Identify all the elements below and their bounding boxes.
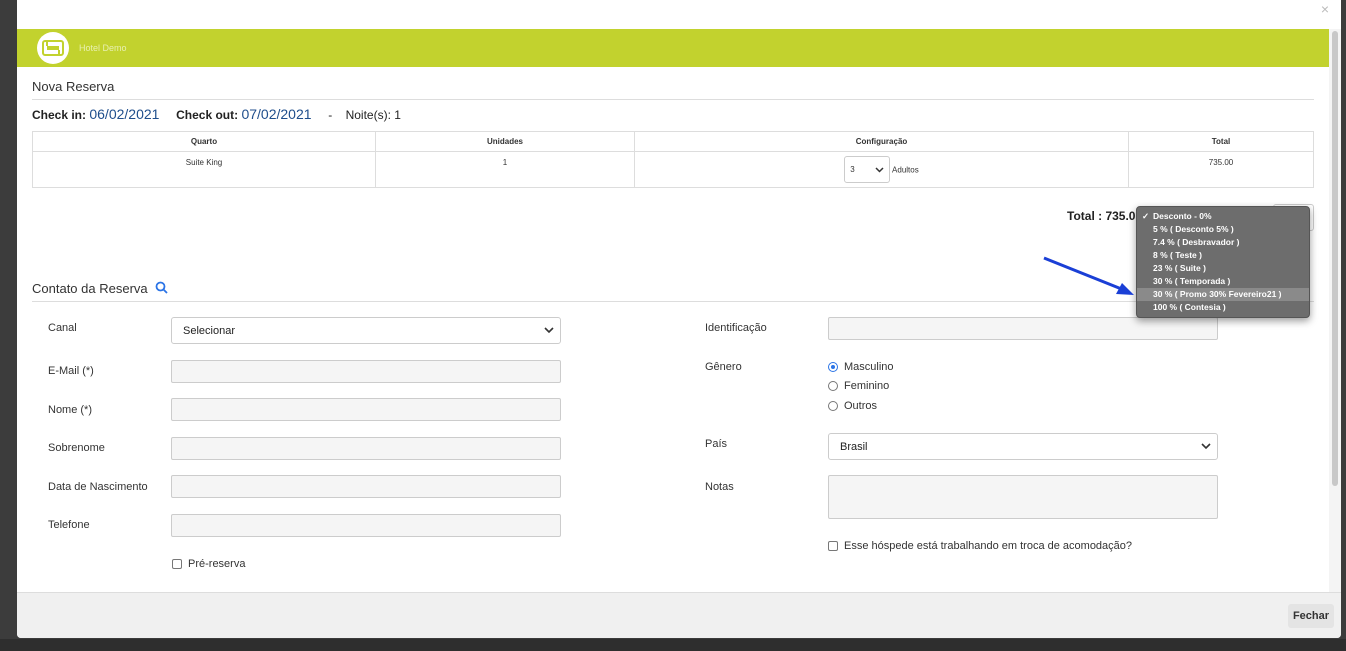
discount-option[interactable]: 8 % ( Teste ) bbox=[1137, 249, 1309, 262]
genero-radio-masculino[interactable]: Masculino bbox=[828, 361, 894, 373]
close-icon[interactable]: × bbox=[1321, 1, 1329, 17]
sobrenome-field[interactable] bbox=[171, 437, 561, 460]
troca-checkbox[interactable]: Esse hóspede está trabalhando em troca d… bbox=[828, 540, 1132, 552]
adults-unit: Adultos bbox=[892, 165, 919, 175]
hotel-bed-icon bbox=[37, 32, 69, 64]
col-total: Total bbox=[1128, 131, 1314, 152]
discount-option[interactable]: 100 % ( Contesia ) bbox=[1137, 301, 1309, 314]
col-quarto: Quarto bbox=[32, 131, 376, 152]
reservation-modal: × Hotel Demo Nova Reserva Check in: 06/0… bbox=[17, 0, 1341, 638]
close-button[interactable]: Fechar bbox=[1288, 604, 1334, 628]
nome-field[interactable] bbox=[171, 398, 561, 421]
email-label: E-Mail (*) bbox=[48, 365, 94, 377]
noites-label: Noite(s): bbox=[345, 108, 391, 122]
cell-configuracao: 3 Adultos bbox=[634, 151, 1129, 188]
troca-label: Esse hóspede está trabalhando em troca d… bbox=[844, 540, 1133, 552]
prereserva-label: Pré-reserva bbox=[188, 558, 246, 570]
nascimento-label: Data de Nascimento bbox=[48, 481, 148, 493]
chevron-down-icon bbox=[1201, 443, 1211, 450]
discount-option[interactable]: ✓ Desconto - 0% bbox=[1137, 210, 1309, 223]
nova-reserva-title: Nova Reserva bbox=[32, 79, 115, 94]
radio-label: Feminino bbox=[844, 380, 890, 392]
pais-select[interactable]: Brasil bbox=[828, 433, 1218, 460]
discount-dropdown-menu[interactable]: ✓ Desconto - 0% 5 % ( Desconto 5% ) 7.4 %… bbox=[1136, 206, 1310, 318]
hotel-header-bar: Hotel Demo bbox=[17, 29, 1329, 67]
discount-option[interactable]: 5 % ( Desconto 5% ) bbox=[1137, 223, 1309, 236]
checkbox-box[interactable] bbox=[172, 559, 182, 569]
checkin-label: Check in: bbox=[32, 108, 87, 122]
hotel-name: Hotel Demo bbox=[79, 43, 127, 53]
radio-dot[interactable] bbox=[828, 401, 838, 411]
pais-select-value: Brasil bbox=[840, 440, 868, 453]
canal-select-value: Selecionar bbox=[183, 324, 235, 337]
notas-textarea[interactable] bbox=[828, 475, 1218, 519]
identificacao-field[interactable] bbox=[828, 317, 1218, 340]
discount-option[interactable]: 23 % ( Suite ) bbox=[1137, 262, 1309, 275]
sobrenome-label: Sobrenome bbox=[48, 442, 105, 454]
radio-dot[interactable] bbox=[828, 381, 838, 391]
contato-title: Contato da Reserva bbox=[32, 281, 148, 296]
radio-label: Outros bbox=[844, 400, 878, 412]
radio-dot[interactable] bbox=[828, 362, 838, 372]
checkbox-box[interactable] bbox=[828, 541, 838, 551]
cell-unidades: 1 bbox=[375, 151, 635, 188]
search-icon[interactable] bbox=[155, 281, 168, 294]
genero-radio-feminino[interactable]: Feminino bbox=[828, 380, 889, 392]
cell-total: 735.00 bbox=[1128, 151, 1314, 188]
rooms-table: Quarto Unidades Configuração Total Suite… bbox=[32, 131, 1314, 188]
checkin-checkout-line: Check in: 06/02/2021 Check out: 07/02/20… bbox=[32, 106, 401, 122]
notas-label: Notas bbox=[705, 481, 734, 493]
check-icon: ✓ bbox=[1142, 211, 1150, 221]
telefone-label: Telefone bbox=[48, 519, 90, 531]
divider bbox=[32, 99, 1314, 100]
email-field[interactable] bbox=[171, 360, 561, 383]
table-header-row: Quarto Unidades Configuração Total bbox=[32, 131, 1314, 152]
noites-value: 1 bbox=[394, 108, 401, 122]
radio-label: Masculino bbox=[844, 361, 894, 373]
modal-footer: Fechar bbox=[17, 592, 1341, 638]
checkout-label: Check out: bbox=[176, 108, 239, 122]
chevron-down-icon bbox=[544, 327, 554, 334]
cell-quarto: Suite King bbox=[32, 151, 376, 188]
genero-label: Gênero bbox=[705, 361, 742, 373]
adults-select[interactable]: 3 bbox=[844, 156, 891, 183]
checkin-date: 06/02/2021 bbox=[89, 106, 160, 122]
genero-radio-outros[interactable]: Outros bbox=[828, 400, 877, 412]
modal-scrollbar[interactable] bbox=[1329, 29, 1341, 592]
telefone-field[interactable] bbox=[171, 514, 561, 537]
adults-select-value: 3 bbox=[850, 165, 855, 174]
prereserva-checkbox[interactable]: Pré-reserva bbox=[172, 558, 245, 570]
checkout-date: 07/02/2021 bbox=[241, 106, 312, 122]
col-unidades: Unidades bbox=[375, 131, 635, 152]
canal-label: Canal bbox=[48, 322, 77, 334]
nascimento-field[interactable] bbox=[171, 475, 561, 498]
pointer-arrow-icon bbox=[1043, 256, 1134, 295]
col-configuracao: Configuração bbox=[634, 131, 1129, 152]
pais-label: País bbox=[705, 438, 728, 450]
discount-option[interactable]: 30 % ( Temporada ) bbox=[1137, 275, 1309, 288]
table-row: Suite King 1 3 Adultos 735.00 bbox=[32, 151, 1314, 188]
chevron-down-icon bbox=[875, 166, 884, 173]
canal-select[interactable]: Selecionar bbox=[171, 317, 561, 344]
total-amount: Total : 735.0 bbox=[1067, 209, 1136, 223]
nome-label: Nome (*) bbox=[48, 404, 93, 416]
separator: - bbox=[328, 108, 333, 122]
scroll-thumb[interactable] bbox=[1332, 31, 1338, 486]
backdrop-bottom-bar bbox=[0, 639, 1346, 651]
discount-option-highlighted[interactable]: 30 % ( Promo 30% Fevereiro21 ) bbox=[1137, 288, 1309, 301]
identificacao-label: Identificação bbox=[705, 322, 767, 334]
discount-option[interactable]: 7.4 % ( Desbravador ) bbox=[1137, 236, 1309, 249]
divider bbox=[32, 301, 1314, 302]
